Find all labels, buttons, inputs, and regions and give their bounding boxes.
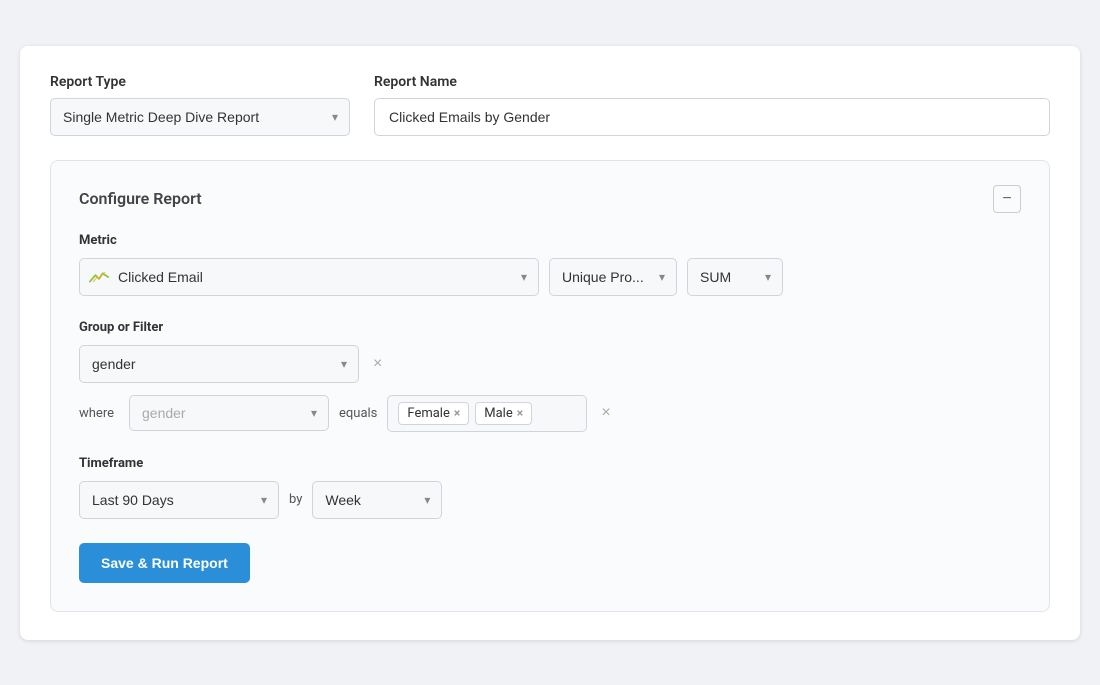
- collapse-button[interactable]: −: [993, 185, 1021, 213]
- timeframe-label: Timeframe: [79, 456, 1021, 471]
- aggregation-select[interactable]: SUM AVG COUNT: [687, 258, 783, 296]
- top-row: Report Type Single Metric Deep Dive Repo…: [50, 74, 1050, 136]
- metric-label: Metric: [79, 233, 1021, 248]
- equals-label: equals: [339, 406, 377, 421]
- where-select-wrapper[interactable]: gender gender ▾: [129, 395, 329, 431]
- metric-section: Metric Clicked Email Opened Email Sent E…: [79, 233, 1021, 296]
- period-select-wrapper[interactable]: Week Day Month ▾: [312, 481, 442, 519]
- group-filter-section: Group or Filter gender age city country …: [79, 320, 1021, 432]
- report-type-label: Report Type: [50, 74, 350, 90]
- tag-male-label: Male: [484, 406, 512, 421]
- where-select[interactable]: gender gender: [129, 395, 329, 431]
- tag-female-label: Female: [407, 406, 449, 421]
- by-label: by: [289, 492, 302, 507]
- configure-panel: Configure Report − Metric Clic: [50, 160, 1050, 612]
- where-remove-button[interactable]: ×: [597, 400, 614, 426]
- group-filter-remove-button[interactable]: ×: [369, 351, 386, 377]
- configure-header: Configure Report −: [79, 185, 1021, 213]
- report-type-select-wrapper[interactable]: Single Metric Deep Dive Report Multi-Met…: [50, 98, 350, 136]
- where-label: where: [79, 406, 119, 421]
- timeframe-select-wrapper[interactable]: Last 90 Days Last 30 Days Last 7 Days Cu…: [79, 481, 279, 519]
- aggregation-select-wrapper[interactable]: SUM AVG COUNT ▾: [687, 258, 783, 296]
- report-type-select[interactable]: Single Metric Deep Dive Report Multi-Met…: [50, 98, 350, 136]
- group-filter-row: gender age city country ▾ ×: [79, 345, 1021, 383]
- period-select[interactable]: Week Day Month: [312, 481, 442, 519]
- save-run-button[interactable]: Save & Run Report: [79, 543, 250, 583]
- collapse-icon: −: [1002, 191, 1011, 207]
- tag-male: Male ×: [475, 402, 532, 425]
- metric-select-wrapper[interactable]: Clicked Email Opened Email Sent Email ▾: [79, 258, 539, 296]
- where-row: where gender gender ▾ equals Female ×: [79, 395, 1021, 432]
- timeframe-row: Last 90 Days Last 30 Days Last 7 Days Cu…: [79, 481, 1021, 519]
- timeframe-section: Timeframe Last 90 Days Last 30 Days Last…: [79, 456, 1021, 519]
- report-name-field: Report Name: [374, 74, 1050, 136]
- property-select-wrapper[interactable]: Unique Pro... All Unique ▾: [549, 258, 677, 296]
- property-select[interactable]: Unique Pro... All Unique: [549, 258, 677, 296]
- report-name-label: Report Name: [374, 74, 1050, 90]
- timeframe-select[interactable]: Last 90 Days Last 30 Days Last 7 Days Cu…: [79, 481, 279, 519]
- report-container: Report Type Single Metric Deep Dive Repo…: [20, 46, 1080, 640]
- report-type-field: Report Type Single Metric Deep Dive Repo…: [50, 74, 350, 136]
- metric-select[interactable]: Clicked Email Opened Email Sent Email: [79, 258, 539, 296]
- report-name-input[interactable]: [374, 98, 1050, 136]
- save-run-label: Save & Run Report: [101, 555, 228, 571]
- tag-male-remove[interactable]: ×: [517, 406, 523, 420]
- group-filter-x-icon: ×: [373, 355, 382, 373]
- group-filter-select-wrapper[interactable]: gender age city country ▾: [79, 345, 359, 383]
- tags-container[interactable]: Female × Male ×: [387, 395, 587, 432]
- metric-row: Clicked Email Opened Email Sent Email ▾ …: [79, 258, 1021, 296]
- group-filter-select[interactable]: gender age city country: [79, 345, 359, 383]
- where-x-icon: ×: [601, 404, 610, 422]
- tag-female-remove[interactable]: ×: [454, 406, 460, 420]
- tag-female: Female ×: [398, 402, 469, 425]
- configure-title: Configure Report: [79, 189, 202, 208]
- group-filter-label: Group or Filter: [79, 320, 1021, 335]
